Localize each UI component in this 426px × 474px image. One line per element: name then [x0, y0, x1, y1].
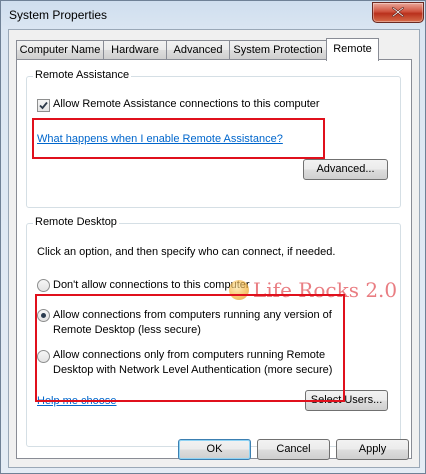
tab-hardware[interactable]: Hardware: [103, 40, 167, 59]
option-allow-any-label-line2[interactable]: Remote Desktop (less secure): [53, 324, 201, 336]
option-dont-allow-label[interactable]: Don't allow connections to this computer: [53, 279, 250, 291]
allow-remote-assistance-checkbox[interactable]: [37, 99, 50, 112]
remote-desktop-group: Remote Desktop Click an option, and then…: [26, 216, 401, 447]
help-me-choose-link[interactable]: Help me choose: [37, 395, 117, 407]
close-button[interactable]: [372, 2, 424, 23]
radio-dont-allow[interactable]: [37, 279, 50, 292]
apply-button[interactable]: Apply: [336, 439, 409, 460]
radio-allow-nla-only[interactable]: [37, 350, 50, 363]
remote-desktop-instruction: Click an option, and then specify who ca…: [37, 246, 336, 258]
tab-remote[interactable]: Remote: [326, 38, 379, 61]
option-allow-any-label-line1[interactable]: Allow connections from computers running…: [53, 309, 332, 321]
option-allow-nla-label-line2[interactable]: Desktop with Network Level Authenticatio…: [53, 364, 332, 376]
system-properties-window: System Properties Computer Name Hardware…: [0, 0, 426, 474]
option-allow-nla-label-line1[interactable]: Allow connections only from computers ru…: [53, 349, 325, 361]
remote-tab-panel: Remote Assistance Allow Remote Assistanc…: [16, 59, 412, 459]
remote-assistance-label: Remote Assistance: [33, 69, 132, 81]
remote-assistance-help-link[interactable]: What happens when I enable Remote Assist…: [37, 133, 283, 145]
remote-assistance-group: Remote Assistance Allow Remote Assistanc…: [26, 69, 401, 208]
close-icon: [392, 7, 404, 17]
dialog-client-area: Computer Name Hardware Advanced System P…: [8, 29, 420, 468]
radio-allow-any-version[interactable]: [37, 309, 50, 322]
advanced-button[interactable]: Advanced...: [303, 159, 388, 180]
cancel-button[interactable]: Cancel: [257, 439, 330, 460]
allow-remote-assistance-label[interactable]: Allow Remote Assistance connections to t…: [53, 98, 320, 110]
checkmark-icon: [39, 101, 48, 110]
tab-advanced[interactable]: Advanced: [166, 40, 230, 59]
tab-computer-name[interactable]: Computer Name: [16, 40, 104, 59]
window-title: System Properties: [9, 8, 108, 22]
ok-button[interactable]: OK: [178, 439, 251, 460]
title-bar[interactable]: System Properties: [1, 1, 425, 31]
watermark-logo-icon: [229, 280, 249, 300]
watermark-text: Life Rocks 2.0: [253, 278, 398, 302]
select-users-button[interactable]: Select Users...: [305, 390, 388, 411]
remote-desktop-label: Remote Desktop: [33, 216, 119, 228]
tab-system-protection[interactable]: System Protection: [229, 40, 327, 59]
